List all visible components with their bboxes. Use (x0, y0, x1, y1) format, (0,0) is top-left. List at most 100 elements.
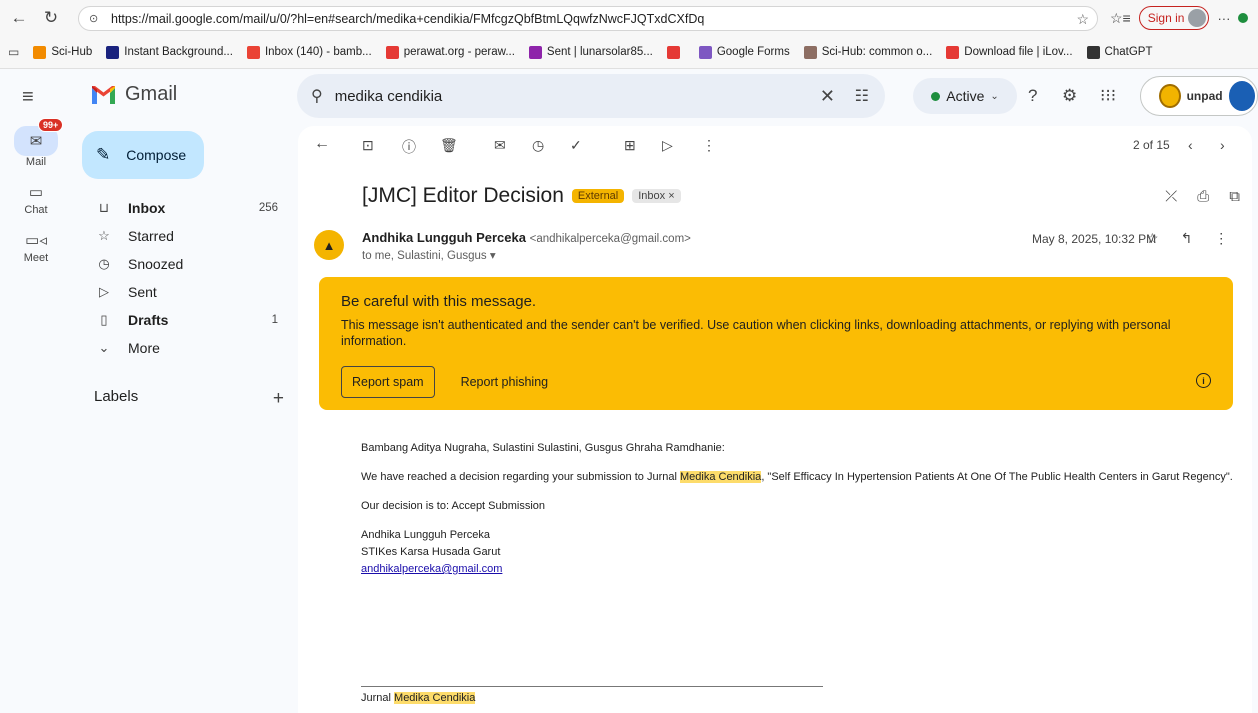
newer-icon[interactable]: ‹ (1188, 137, 1193, 153)
bookmark-label: perawat.org - peraw... (403, 46, 515, 58)
folder-sent[interactable]: ▷ Sent (82, 278, 292, 306)
favorites-icon[interactable]: ☆≡ (1110, 10, 1131, 27)
bookmark-favicon-icon (385, 45, 399, 59)
address-bar[interactable]: ⊙ https://mail.google.com/mail/u/0/?hl=e… (78, 6, 1098, 31)
bookmark-item[interactable]: Google Forms (698, 45, 790, 59)
apps-grid-icon[interactable]: ⁝⁝⁝ (1100, 86, 1116, 106)
archive-icon[interactable]: ⊡ (362, 137, 374, 154)
add-label-icon[interactable]: + (273, 388, 284, 410)
mark-unread-icon[interactable]: ✉ (494, 137, 506, 154)
decision-text: Our decision is to: Accept Submission (361, 500, 546, 512)
browser-toolbar: ← ↻ ⊙ https://mail.google.com/mail/u/0/?… (0, 0, 1258, 36)
move-to-icon[interactable]: ⊞ (624, 137, 636, 154)
report-spam-button[interactable]: Report spam (341, 366, 435, 398)
report-spam-icon[interactable]: ⓘ (402, 137, 416, 157)
unpad-logo-icon (1159, 84, 1181, 108)
labels-title: Labels (94, 388, 139, 405)
search-input[interactable] (334, 87, 795, 105)
nav-rail: ✉ 99+ Mail ▭ Chat ▭◃ Meet (0, 118, 72, 276)
compose-button[interactable]: ✎ Compose (82, 131, 204, 179)
bookmark-item[interactable]: Instant Background... (106, 45, 233, 59)
folder-label: Sent (128, 284, 157, 300)
inbox-label-chip[interactable]: Inbox × (632, 189, 681, 203)
bookmark-item[interactable]: ChatGPT (1086, 45, 1152, 59)
app-name: Gmail (125, 83, 178, 105)
bookmark-item[interactable]: Download file | iLov... (946, 45, 1073, 59)
bookmark-favicon-icon (946, 45, 960, 59)
main-menu-icon[interactable]: ≡ (22, 86, 34, 109)
star-icon[interactable]: ☆ (1146, 230, 1159, 247)
more-options-icon[interactable]: ⋮ (702, 137, 716, 154)
reload-icon[interactable]: ↻ (38, 5, 64, 31)
add-task-icon[interactable]: ✓ (570, 137, 582, 154)
rail-chat[interactable]: ▭ Chat (0, 180, 72, 216)
search-options-icon[interactable]: ☷ (855, 86, 869, 106)
help-icon[interactable]: ? (1028, 86, 1037, 106)
security-warning-banner: Be careful with this message. This messa… (319, 277, 1233, 410)
bookmark-star-icon[interactable]: ☆ (1076, 11, 1089, 28)
search-highlight: Medika Cendikia (394, 692, 476, 704)
settings-gear-icon[interactable]: ⚙ (1062, 86, 1077, 106)
chevron-down-icon: ⌄ (98, 340, 110, 355)
bookmark-label: Download file | iLov... (964, 46, 1073, 58)
folder-drafts[interactable]: ▯ Drafts 1 (82, 306, 292, 334)
rail-mail[interactable]: ✉ 99+ Mail (0, 118, 72, 168)
folder-label: Drafts (128, 312, 169, 328)
pencil-icon: ✎ (96, 145, 111, 164)
bookmark-item[interactable]: perawat.org - peraw... (385, 45, 515, 59)
site-info-icon[interactable]: ⊙ (89, 12, 103, 26)
open-new-window-icon[interactable]: ⧉ (1229, 188, 1240, 205)
bookmark-item[interactable]: Inbox (140) - bamb... (246, 45, 372, 59)
unread-badge: 99+ (38, 118, 64, 132)
back-icon[interactable]: ← (6, 5, 32, 31)
bookmark-favicon-icon (803, 45, 817, 59)
older-icon[interactable]: › (1220, 137, 1225, 153)
delete-icon[interactable]: 🗑 (440, 137, 458, 154)
body-paragraph: We have reached a decision regarding you… (361, 469, 1241, 486)
tab-actions-icon[interactable]: ▭ (8, 45, 19, 59)
body-text: We have reached a decision regarding you… (361, 471, 680, 483)
more-menu-icon[interactable]: ··· (1217, 11, 1230, 26)
message-pane: ← ⊡ ⓘ 🗑 ✉ ◷ ✓ ⊞ ▷ ⋮ 2 of 15 ‹ › [JMC] Ed… (298, 126, 1252, 713)
signature-email-link[interactable]: andhikalperceka@gmail.com (361, 563, 502, 575)
bookmark-item[interactable]: Sci-Hub (33, 45, 92, 59)
message-toolbar: ← ⊡ ⓘ 🗑 ✉ ◷ ✓ ⊞ ▷ ⋮ 2 of 15 ‹ › (298, 126, 1252, 164)
copilot-icon[interactable] (1238, 13, 1249, 23)
search-icon[interactable]: ⚲ (311, 86, 323, 106)
info-icon[interactable]: i (1196, 373, 1211, 388)
label-icon[interactable]: ▷ (662, 137, 673, 154)
warning-avatar-icon: ▲ (314, 230, 344, 260)
bookmark-item[interactable]: Sci-Hub: common o... (803, 45, 932, 59)
sign-in-button[interactable]: Sign in (1138, 6, 1210, 30)
clear-search-icon[interactable]: ✕ (820, 86, 835, 107)
more-vert-icon[interactable]: ⋮ (1214, 230, 1228, 247)
send-icon: ▷ (99, 284, 109, 299)
folder-snoozed[interactable]: ◷ Snoozed (82, 250, 292, 278)
snooze-icon[interactable]: ◷ (532, 137, 544, 154)
gmail-logo[interactable]: Gmail (90, 83, 177, 106)
folder-more[interactable]: ⌄ More (82, 334, 292, 362)
subject-title: [JMC] Editor Decision (362, 184, 564, 207)
bookmark-favicon-icon (528, 45, 542, 59)
sender-row: ▲ Andhika Lungguh Perceka <andhikalperce… (312, 226, 1242, 266)
bookmark-item[interactable]: Sent | lunarsolar85... (528, 45, 653, 59)
bookmark-item[interactable] (666, 45, 685, 59)
bookmark-label: Instant Background... (124, 46, 233, 58)
folder-starred[interactable]: ☆ Starred (82, 222, 292, 250)
profile-avatar-icon (1188, 9, 1207, 27)
warning-title: Be careful with this message. (341, 293, 537, 310)
account-button[interactable]: unpad (1140, 76, 1258, 116)
status-button[interactable]: Active ⌄ (913, 78, 1017, 114)
journal-footer: Jurnal Medika Cendikia (361, 692, 476, 704)
reply-icon[interactable]: ↰ (1181, 230, 1193, 247)
print-icon[interactable]: ⎙ (1197, 188, 1209, 205)
rail-meet[interactable]: ▭◃ Meet (0, 228, 72, 264)
collapse-all-icon[interactable]: ⤫ (1165, 188, 1177, 205)
sender[interactable]: Andhika Lungguh Perceka <andhikalperceka… (362, 230, 691, 245)
folder-inbox[interactable]: ⊔ Inbox 256 (82, 194, 292, 222)
report-phishing-button[interactable]: Report phishing (461, 375, 549, 389)
rail-mail-label: Mail (25, 156, 47, 168)
back-to-search-icon[interactable]: ← (314, 135, 330, 153)
recipients-toggle[interactable]: to me, Sulastini, Gusgus ▾ (362, 248, 496, 262)
chat-icon: ▭ (28, 184, 44, 201)
